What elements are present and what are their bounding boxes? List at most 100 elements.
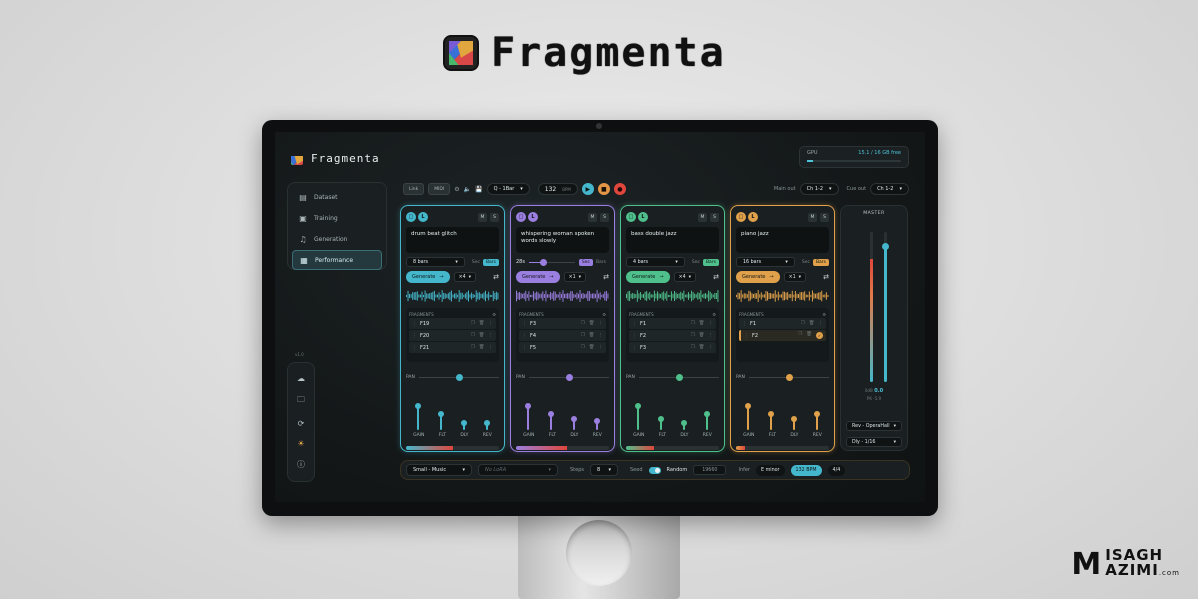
trash-icon[interactable]: 🗑 <box>479 333 485 338</box>
fader-rev[interactable] <box>702 396 712 430</box>
length-unit-toggle[interactable]: Sec Bars <box>689 258 719 266</box>
multiplier-dropdown[interactable]: ×1 ▾ <box>783 272 807 282</box>
fragment-item[interactable]: ⋮ F3 ❐ 🗑 ⋮ <box>519 318 606 329</box>
drag-handle-icon[interactable]: ⋮ <box>632 345 637 351</box>
fader-dly[interactable] <box>569 396 579 430</box>
fader-flt[interactable] <box>436 396 446 430</box>
drag-handle-icon[interactable]: ⋮ <box>412 345 417 351</box>
nav-item-generation[interactable]: ♫ Generation <box>292 229 382 249</box>
mute-button[interactable]: M <box>698 212 707 222</box>
info-icon[interactable]: ⓘ <box>297 459 305 470</box>
bpm-selector[interactable]: 132 BPM <box>790 464 822 476</box>
fader-gain[interactable] <box>743 396 753 430</box>
length-unit-toggle[interactable]: Sec Bars <box>799 258 829 266</box>
fader-rev[interactable] <box>812 396 822 430</box>
trash-icon[interactable]: 🗑 <box>809 321 815 326</box>
master-fader-thumb[interactable] <box>882 243 889 250</box>
more-icon[interactable]: ⋮ <box>489 345 494 350</box>
more-icon[interactable]: ⋮ <box>599 333 604 338</box>
copy-icon[interactable]: ❐ <box>471 321 475 326</box>
prompt-input[interactable]: piano jazz <box>736 227 829 253</box>
more-icon[interactable]: ⋮ <box>819 321 824 326</box>
prompt-input[interactable]: drum beat glitch <box>406 227 499 253</box>
track-loop-icon[interactable]: L <box>638 212 648 222</box>
more-icon[interactable]: ⋮ <box>709 333 714 338</box>
sec-option[interactable]: Sec <box>578 258 593 266</box>
track-clip-icon[interactable]: □ <box>406 212 416 222</box>
mute-button[interactable]: M <box>588 212 597 222</box>
fragment-item[interactable]: ⋮ F19 ❐ 🗑 ⋮ <box>409 318 496 329</box>
multiplier-dropdown[interactable]: ×4 ▾ <box>673 272 697 282</box>
fader-gain[interactable] <box>633 396 643 430</box>
more-icon[interactable]: ⋮ <box>599 345 604 350</box>
trash-icon[interactable]: 🗑 <box>589 321 595 326</box>
fader-dly[interactable] <box>459 396 469 430</box>
length-unit-toggle[interactable]: Sec Bars <box>578 258 609 266</box>
copy-icon[interactable]: ❐ <box>471 333 475 338</box>
nav-item-dataset[interactable]: ▤ Dataset <box>292 187 382 207</box>
copy-icon[interactable]: ❐ <box>581 321 585 326</box>
gear-icon[interactable]: ⚙ <box>454 186 459 193</box>
waveform[interactable] <box>406 287 499 305</box>
waveform[interactable] <box>736 287 829 305</box>
drag-handle-icon[interactable]: ⋮ <box>522 345 527 351</box>
length-dropdown[interactable]: 8 bars ▾ <box>406 257 465 267</box>
copy-icon[interactable]: ❐ <box>691 345 695 350</box>
copy-icon[interactable]: ❐ <box>581 345 585 350</box>
drag-handle-icon[interactable]: ⋮ <box>744 333 749 339</box>
multiplier-dropdown[interactable]: ×1 ▾ <box>563 272 587 282</box>
shuffle-icon[interactable]: ⇄ <box>713 273 719 281</box>
length-dropdown[interactable]: 4 bars ▾ <box>626 257 685 267</box>
track-loop-icon[interactable]: L <box>528 212 538 222</box>
prompt-input[interactable]: bass double jazz <box>626 227 719 253</box>
fader-dly[interactable] <box>789 396 799 430</box>
link-button[interactable]: Link <box>403 183 425 195</box>
waveform[interactable] <box>626 287 719 305</box>
pin-icon[interactable]: ✓ <box>816 332 823 339</box>
folder-icon[interactable]: 🗀 <box>297 394 305 408</box>
fragment-item[interactable]: ⋮ F1 ❐ 🗑 ⋮ <box>739 318 826 329</box>
solo-button[interactable]: S <box>600 212 609 222</box>
pan-knob[interactable] <box>565 373 573 381</box>
save-icon[interactable]: 💾 <box>475 186 482 193</box>
length-unit-toggle[interactable]: Sec Bars <box>469 258 499 266</box>
multiplier-dropdown[interactable]: ×4 ▾ <box>453 272 477 282</box>
time-signature-selector[interactable]: 4/4 <box>827 464 846 476</box>
more-icon[interactable]: ⋮ <box>489 333 494 338</box>
mute-button[interactable]: M <box>808 212 817 222</box>
key-selector[interactable]: E minor <box>756 464 785 476</box>
more-icon[interactable]: ⋮ <box>489 321 494 326</box>
trash-icon[interactable]: 🗑 <box>699 321 705 326</box>
drag-handle-icon[interactable]: ⋮ <box>632 333 637 339</box>
fragment-item[interactable]: ⋮ F2 ❐ 🗑 ✓ <box>739 330 826 341</box>
more-icon[interactable]: ⋮ <box>709 345 714 350</box>
trash-icon[interactable]: 🗑 <box>589 345 595 350</box>
bars-option[interactable]: Bars <box>812 258 829 266</box>
delay-dropdown[interactable]: Dly - 1/16 ▾ <box>846 437 902 447</box>
trash-icon[interactable]: 🗑 <box>589 333 595 338</box>
settings-icon[interactable]: ⚙ <box>712 312 716 317</box>
drag-handle-icon[interactable]: ⋮ <box>742 321 747 327</box>
fragment-item[interactable]: ⋮ F4 ❐ 🗑 ⋮ <box>519 330 606 341</box>
generate-button[interactable]: Generate → <box>736 271 780 283</box>
fader-dly[interactable] <box>679 396 689 430</box>
mute-button[interactable]: M <box>478 212 487 222</box>
prompt-input[interactable]: whispering woman spoken words slowly <box>516 227 609 253</box>
copy-icon[interactable]: ❐ <box>691 321 695 326</box>
more-icon[interactable]: ⋮ <box>599 321 604 326</box>
fragment-item[interactable]: ⋮ F5 ❐ 🗑 ⋮ <box>519 342 606 353</box>
waveform[interactable] <box>516 287 609 305</box>
fader-gain[interactable] <box>523 396 533 430</box>
trash-icon[interactable]: 🗑 <box>479 321 485 326</box>
copy-icon[interactable]: ❐ <box>581 333 585 338</box>
trash-icon[interactable]: 🗑 <box>479 345 485 350</box>
seed-input[interactable]: 19660 <box>693 465 727 475</box>
copy-icon[interactable]: ❐ <box>798 332 802 339</box>
drag-handle-icon[interactable]: ⋮ <box>412 321 417 327</box>
length-dropdown[interactable]: 16 bars ▾ <box>736 257 795 267</box>
trash-icon[interactable]: 🗑 <box>699 333 705 338</box>
shuffle-icon[interactable]: ⇄ <box>603 273 609 281</box>
track-loop-icon[interactable]: L <box>418 212 428 222</box>
reverb-dropdown[interactable]: Rev - OperaHall ▾ <box>846 421 902 431</box>
solo-button[interactable]: S <box>490 212 499 222</box>
